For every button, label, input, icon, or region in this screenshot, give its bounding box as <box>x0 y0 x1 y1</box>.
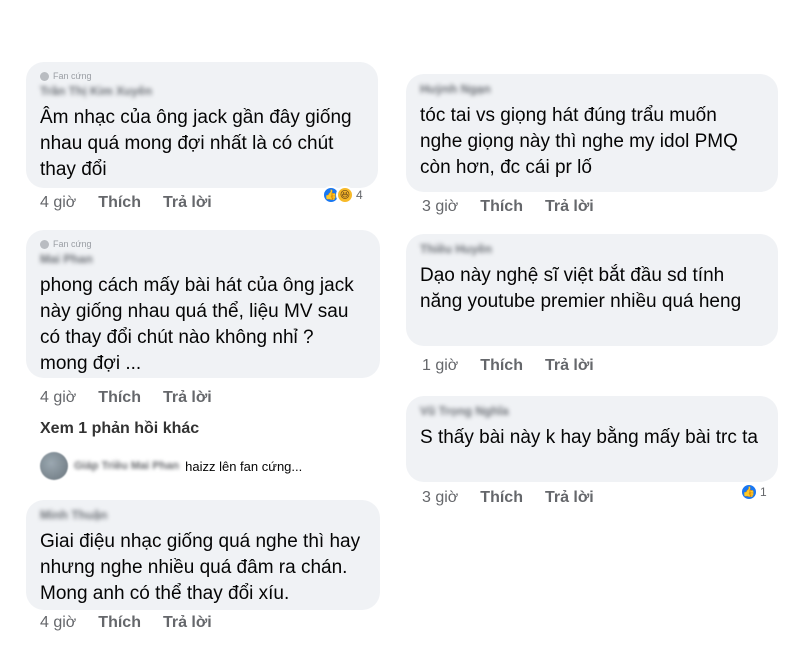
comment-author[interactable]: Vũ Trọng Nghĩa <box>420 404 764 419</box>
like-button[interactable]: Thích <box>98 389 141 407</box>
fan-badge-icon <box>40 239 49 249</box>
comment-text: tóc tai vs giọng hát đúng trẩu muốn nghe… <box>420 105 738 178</box>
reply-author[interactable]: Giáp Triều Mai Phan <box>74 460 179 472</box>
comment-author[interactable]: Trần Thị Kim Xuyên <box>40 84 364 99</box>
comment-actions: 3 giờ Thích Trả lời <box>422 196 594 218</box>
comment-bubble: Thiều Huyền Dạo này nghệ sĩ việt bắt đầu… <box>406 234 778 346</box>
comment-text: Giai điệu nhạc giống quá nghe thì hay nh… <box>40 531 361 604</box>
comment-time[interactable]: 3 giờ <box>422 198 458 216</box>
comment-author[interactable]: Thiều Huyền <box>420 242 764 257</box>
like-button[interactable]: Thích <box>98 614 141 632</box>
view-more-replies-link[interactable]: Xem 1 phản hồi khác <box>40 420 199 438</box>
comment-actions: 1 giờ Thích Trả lời <box>422 355 594 377</box>
comment-actions: 4 giờ Thích Trả lời <box>40 192 212 214</box>
comment-bubble: Huỳnh Ngạn tóc tai vs giọng hát đúng trẩ… <box>406 74 778 192</box>
comment-bubble: Fan cứng Mai Phan phong cách mấy bài hát… <box>26 230 380 378</box>
comment-text: S thấy bài này k hay bằng mấy bài trc ta <box>420 427 758 448</box>
like-reaction-icon: 👍 <box>740 483 758 501</box>
comment-bubble: Minh Thuận Giai điệu nhạc giống quá nghe… <box>26 500 380 610</box>
reaction-count: 1 <box>760 485 767 499</box>
comment-time[interactable]: 4 giờ <box>40 194 76 212</box>
comment-actions: 4 giờ Thích Trả lời <box>40 387 212 409</box>
comment-time[interactable]: 4 giờ <box>40 389 76 407</box>
comment-time[interactable]: 4 giờ <box>40 614 76 632</box>
comment-author[interactable]: Mai Phan <box>40 252 366 267</box>
avatar[interactable] <box>40 452 68 480</box>
comment-text: Dạo này nghệ sĩ việt bắt đầu sd tính năn… <box>420 265 742 312</box>
comment-time[interactable]: 1 giờ <box>422 357 458 375</box>
reply-button[interactable]: Trả lời <box>545 489 594 507</box>
comment-text: Âm nhạc của ông jack gần đây giống nhau … <box>40 107 352 180</box>
comment-actions: 3 giờ Thích Trả lời <box>422 487 594 509</box>
reaction-summary[interactable]: 👍 😆 4 <box>322 185 363 205</box>
fan-badge: Fan cứng <box>40 70 364 82</box>
fan-badge-icon <box>40 71 49 81</box>
fan-badge-label: Fan cứng <box>53 239 92 249</box>
like-button[interactable]: Thích <box>480 357 523 375</box>
comment-actions: 4 giờ Thích Trả lời <box>40 612 212 634</box>
comment-bubble: Fan cứng Trần Thị Kim Xuyên Âm nhạc của … <box>26 62 378 188</box>
reply-button[interactable]: Trả lời <box>545 198 594 216</box>
like-button[interactable]: Thích <box>480 489 523 507</box>
reply-button[interactable]: Trả lời <box>163 194 212 212</box>
fan-badge: Fan cứng <box>40 238 366 250</box>
comment-bubble: Vũ Trọng Nghĩa S thấy bài này k hay bằng… <box>406 396 778 482</box>
reaction-summary[interactable]: 👍 1 <box>740 482 767 502</box>
reply-button[interactable]: Trả lời <box>163 614 212 632</box>
reaction-count: 4 <box>356 188 363 202</box>
reply-button[interactable]: Trả lời <box>545 357 594 375</box>
like-button[interactable]: Thích <box>98 194 141 212</box>
like-button[interactable]: Thích <box>480 198 523 216</box>
haha-reaction-icon: 😆 <box>336 186 354 204</box>
comment-time[interactable]: 3 giờ <box>422 489 458 507</box>
comment-text: phong cách mấy bài hát của ông jack này … <box>40 275 354 374</box>
comment-author[interactable]: Huỳnh Ngạn <box>420 82 764 97</box>
reply-preview[interactable]: Giáp Triều Mai Phan haizz lên fan cứng..… <box>40 452 302 480</box>
reply-preview-text: haizz lên fan cứng... <box>185 458 303 474</box>
comment-author[interactable]: Minh Thuận <box>40 508 366 523</box>
reply-button[interactable]: Trả lời <box>163 389 212 407</box>
fan-badge-label: Fan cứng <box>53 71 92 81</box>
